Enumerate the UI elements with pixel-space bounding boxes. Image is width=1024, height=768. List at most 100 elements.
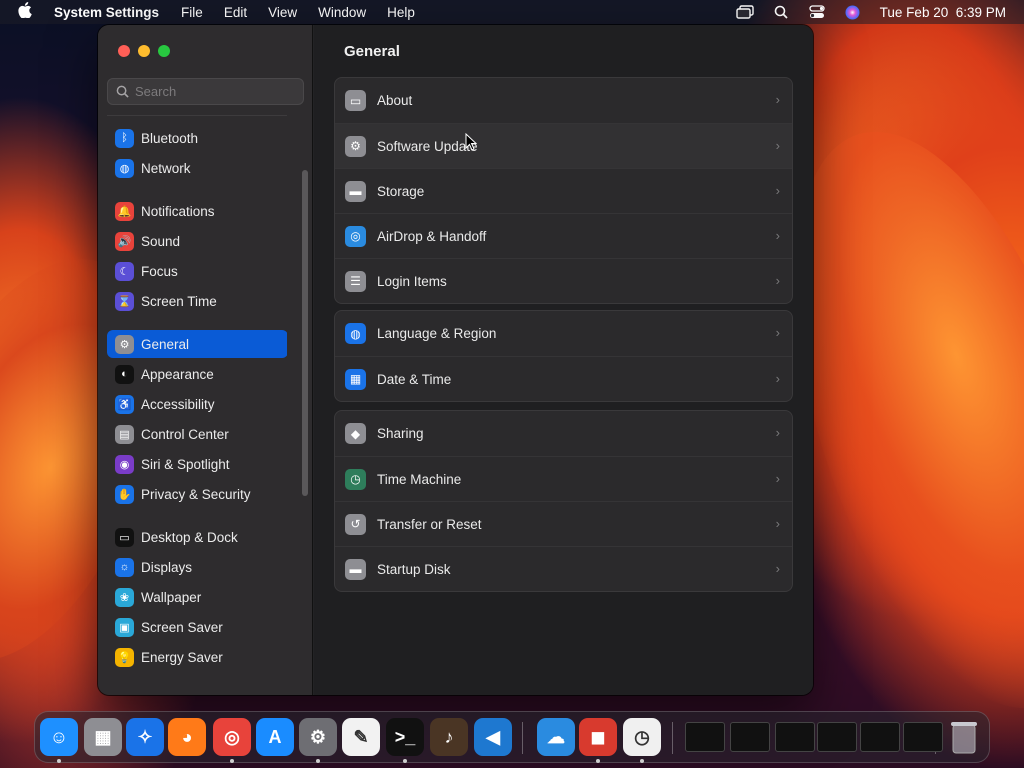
sidebar-item-bluetooth[interactable]: ᛒ Bluetooth <box>107 124 287 152</box>
sidebar-item-desktop-dock[interactable]: ▭ Desktop & Dock <box>107 523 287 551</box>
chevron-right-icon: › <box>775 561 780 576</box>
menu-view[interactable]: View <box>268 5 297 20</box>
close-button[interactable] <box>118 45 130 57</box>
sidebar-item-sound[interactable]: 🔊 Sound <box>107 227 287 255</box>
sidebar-scrollbar[interactable] <box>302 170 308 496</box>
minimized-window-thumbnail[interactable] <box>903 722 943 752</box>
sidebar-item-label: Siri & Spotlight <box>141 456 230 472</box>
firefox-icon[interactable]: ◕ <box>168 718 206 756</box>
settings-row-label: AirDrop & Handoff <box>377 228 487 244</box>
settings-row-date-time[interactable]: ▦ Date & Time › <box>335 356 792 401</box>
menu-file[interactable]: File <box>181 5 203 20</box>
screen-mirroring-icon[interactable] <box>735 4 754 20</box>
settings-row-sharing[interactable]: ◆ Sharing › <box>335 411 792 456</box>
trash-icon[interactable] <box>945 718 983 756</box>
menu-app-name[interactable]: System Settings <box>54 5 159 20</box>
sidebar-item-label: Notifications <box>141 203 215 219</box>
clock-icon: ◷ <box>345 468 366 490</box>
sidebar-item-energy-saver[interactable]: 💡 Energy Saver <box>107 643 287 671</box>
settings-row-transfer-or-reset[interactable]: ↺ Transfer or Reset › <box>335 501 792 546</box>
settings-row-label: Login Items <box>377 273 447 289</box>
minimized-window-thumbnail[interactable] <box>860 722 900 752</box>
search-field[interactable] <box>107 78 304 105</box>
launchpad-icon[interactable]: ▦ <box>84 718 122 756</box>
chevron-right-icon: › <box>775 425 780 440</box>
sidebar-item-siri-spotlight[interactable]: ◉ Siri & Spotlight <box>107 450 287 478</box>
sidebar-item-accessibility[interactable]: ♿ Accessibility <box>107 390 287 418</box>
sidebar-item-wallpaper[interactable]: ❀ Wallpaper <box>107 583 287 611</box>
sidebar-item-screen-time[interactable]: ⌛ Screen Time <box>107 287 287 315</box>
photo-booth-icon[interactable]: ◼ <box>579 718 617 756</box>
spotlight-search-icon[interactable] <box>772 4 790 20</box>
minimized-window-thumbnail[interactable] <box>730 722 770 752</box>
settings-row-storage[interactable]: ▬ Storage › <box>335 168 792 213</box>
hourglass-icon: ⌛ <box>115 291 134 311</box>
app-store-icon[interactable]: A <box>256 718 294 756</box>
sidebar-item-label: Appearance <box>141 366 214 382</box>
settings-group: ◍ Language & Region › ▦ Date & Time › <box>334 310 793 402</box>
zoom-button[interactable] <box>158 45 170 57</box>
vscode-icon[interactable]: ◀ <box>474 718 512 756</box>
settings-row-login-items[interactable]: ☰ Login Items › <box>335 258 792 303</box>
sidebar-item-label: Energy Saver <box>141 649 223 665</box>
minimized-window-thumbnail[interactable] <box>817 722 857 752</box>
settings-row-airdrop-handoff[interactable]: ◎ AirDrop & Handoff › <box>335 213 792 258</box>
sidebar-item-privacy-security[interactable]: ✋ Privacy & Security <box>107 480 287 508</box>
menu-window[interactable]: Window <box>318 5 366 20</box>
apple-menu-icon[interactable] <box>18 1 40 23</box>
settings-row-label: Startup Disk <box>377 561 451 577</box>
minimized-window-thumbnail[interactable] <box>685 722 725 752</box>
toggles-icon: ▤ <box>115 424 134 444</box>
computer-icon: ▭ <box>345 90 366 111</box>
guitar-icon[interactable]: ♪ <box>430 718 468 756</box>
menubar-clock[interactable]: Tue Feb 20 6:39 PM <box>880 5 1006 20</box>
sidebar-item-displays[interactable]: ☼ Displays <box>107 553 287 581</box>
settings-row-time-machine[interactable]: ◷ Time Machine › <box>335 456 792 501</box>
clock-app-icon[interactable]: ◷ <box>623 718 661 756</box>
control-center-icon[interactable] <box>808 4 826 20</box>
sidebar-item-general[interactable]: ⚙ General <box>107 330 287 358</box>
terminal-icon[interactable]: >_ <box>386 718 424 756</box>
settings-row-label: Software Update <box>377 138 478 154</box>
chevron-right-icon: › <box>775 273 780 288</box>
search-input[interactable] <box>135 84 295 99</box>
sidebar-item-label: Focus <box>141 263 178 279</box>
chevron-right-icon: › <box>775 471 780 486</box>
sidebar: ᛒ Bluetooth ◍ Network 🔔 Notifications 🔊 Sound ☾ F… <box>98 25 313 695</box>
sidebar-item-notifications[interactable]: 🔔 Notifications <box>107 197 287 225</box>
settings-row-startup-disk[interactable]: ▬ Startup Disk › <box>335 546 792 591</box>
sidebar-item-focus[interactable]: ☾ Focus <box>107 257 287 285</box>
textedit-icon[interactable]: ✎ <box>342 718 380 756</box>
menu-edit[interactable]: Edit <box>224 5 247 20</box>
minimized-window-thumbnail[interactable] <box>775 722 815 752</box>
running-indicator <box>403 759 407 763</box>
settings-row-software-update[interactable]: ⚙ Software Update › <box>335 123 792 168</box>
moon-icon: ☾ <box>115 261 134 281</box>
main-pane: General ▭ About › ⚙ Software Update › ▬ Storage… <box>314 25 813 695</box>
settings-row-label: Language & Region <box>377 326 497 341</box>
system-settings-icon[interactable]: ⚙ <box>299 718 337 756</box>
gear-icon: ⚙ <box>115 334 134 354</box>
sidebar-item-network[interactable]: ◍ Network <box>107 154 287 182</box>
sidebar-item-appearance[interactable]: ◐ Appearance <box>107 360 287 388</box>
globe-icon: ◍ <box>345 323 366 344</box>
chrome-icon[interactable]: ◎ <box>213 718 251 756</box>
dock-icon: ▭ <box>115 527 134 547</box>
minimize-button[interactable] <box>138 45 150 57</box>
menu-help[interactable]: Help <box>387 5 415 20</box>
settings-row-about[interactable]: ▭ About › <box>335 78 792 123</box>
globe-icon: ◍ <box>115 158 134 178</box>
settings-group: ◆ Sharing › ◷ Time Machine › ↺ Transfer or Rese… <box>334 410 793 592</box>
settings-row-language-region[interactable]: ◍ Language & Region › <box>335 311 792 356</box>
sidebar-item-control-center[interactable]: ▤ Control Center <box>107 420 287 448</box>
sidebar-item-label: Privacy & Security <box>141 486 251 502</box>
safari-icon[interactable]: ✧ <box>126 718 164 756</box>
flower-icon: ❀ <box>115 587 134 607</box>
siri-icon[interactable] <box>844 4 862 20</box>
finder-icon[interactable]: ☺ <box>40 718 78 756</box>
weather-icon[interactable]: ☁ <box>537 718 575 756</box>
sidebar-item-screen-saver[interactable]: ▣ Screen Saver <box>107 613 287 641</box>
gear-badge-icon: ⚙ <box>345 135 366 157</box>
menu-bar: System Settings File Edit View Window He… <box>0 0 1024 24</box>
sidebar-item-label: Desktop & Dock <box>141 529 238 545</box>
